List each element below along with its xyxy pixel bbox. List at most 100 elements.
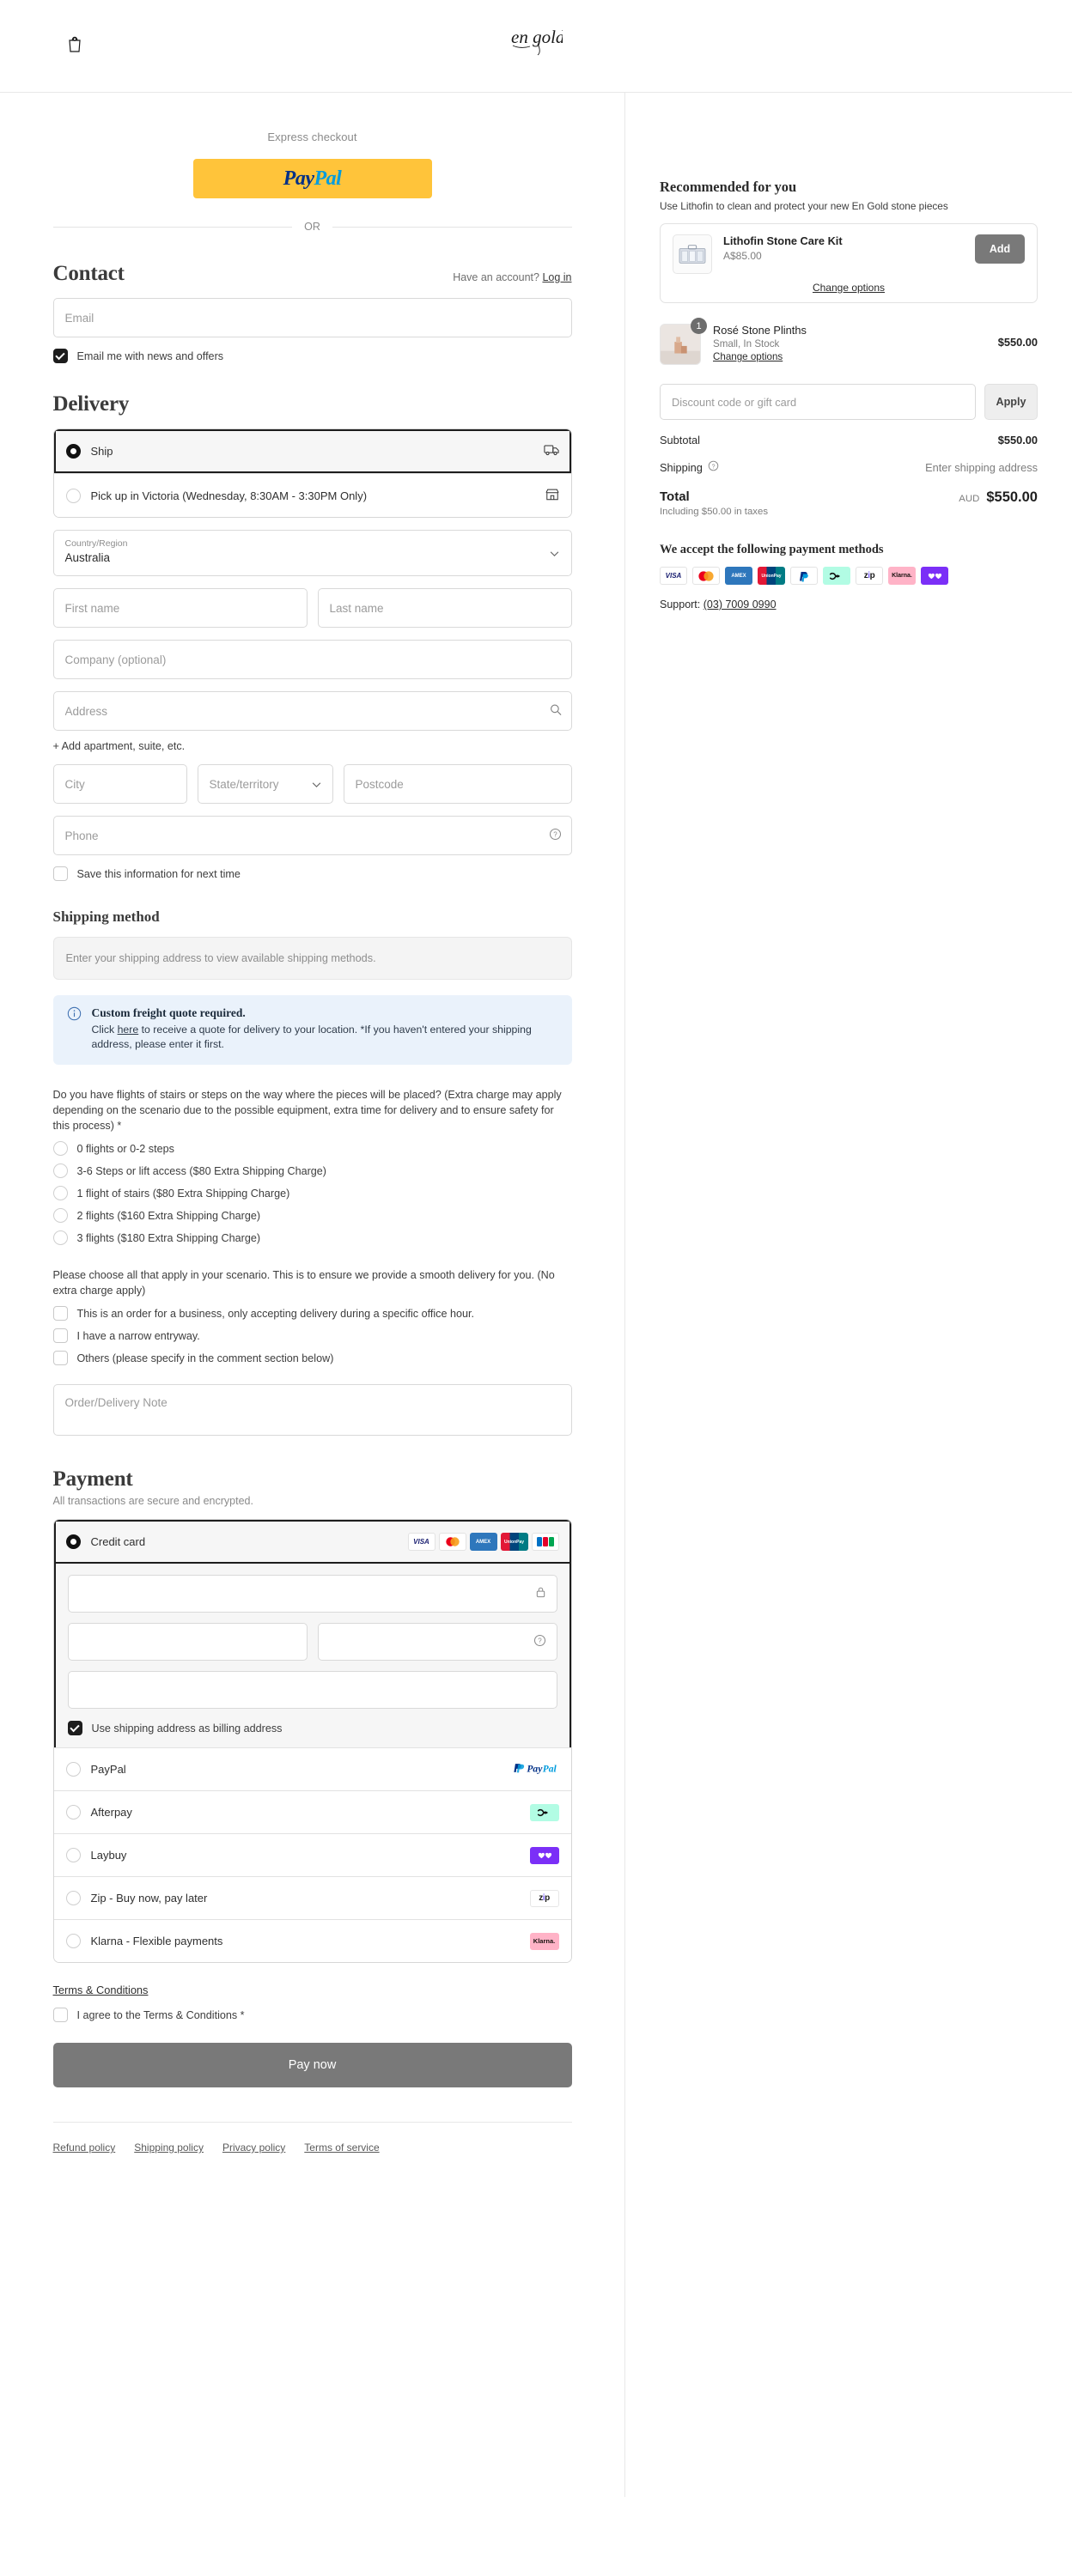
card-brand-logos: VISA AMEX UnionPay xyxy=(407,1533,559,1551)
card-expiry-field[interactable] xyxy=(67,1623,308,1661)
store-icon xyxy=(545,488,559,503)
postcode-input[interactable] xyxy=(343,764,572,804)
scenario-checkbox-1[interactable] xyxy=(52,1328,68,1343)
stairs-radio-1[interactable] xyxy=(52,1163,68,1178)
stairs-option[interactable]: 0 flights or 0-2 steps xyxy=(52,1141,572,1156)
footer-link-privacy-policy[interactable]: Privacy policy xyxy=(222,2142,285,2154)
save-info-label: Save this information for next time xyxy=(76,867,241,880)
add-recommended-product-button[interactable]: Add xyxy=(975,234,1025,264)
billing-address-checkbox[interactable] xyxy=(67,1721,82,1735)
phone-input[interactable] xyxy=(52,816,572,855)
help-circle-icon[interactable]: ? xyxy=(549,828,562,843)
scenario-option[interactable]: I have a narrow entryway. xyxy=(52,1328,572,1343)
site-header: en gold. xyxy=(0,0,1072,93)
stairs-radio-0[interactable] xyxy=(52,1141,68,1156)
scenario-checkbox-2[interactable] xyxy=(52,1351,68,1365)
paypal-label: PayPal xyxy=(90,1763,126,1776)
billing-address-checkbox-row[interactable]: Use shipping address as billing address xyxy=(67,1709,557,1747)
stairs-option[interactable]: 2 flights ($160 Extra Shipping Charge) xyxy=(52,1208,572,1223)
help-circle-icon-cvv[interactable]: ? xyxy=(533,1634,546,1649)
terms-and-conditions-link[interactable]: Terms & Conditions xyxy=(53,1984,149,1996)
footer-link-shipping-policy[interactable]: Shipping policy xyxy=(134,2142,204,2154)
klarna-radio[interactable] xyxy=(65,1934,81,1948)
cart-item-variant: Small, In Stock xyxy=(713,338,780,349)
card-cvv-field[interactable]: ? xyxy=(317,1623,557,1661)
laybuy-icon-summary xyxy=(921,567,948,585)
zip-radio[interactable] xyxy=(65,1891,81,1905)
address-input[interactable] xyxy=(52,691,572,731)
payment-option-paypal[interactable]: PayPal Pay Pal xyxy=(53,1747,571,1790)
payment-option-laybuy[interactable]: Laybuy xyxy=(53,1833,571,1876)
laybuy-radio[interactable] xyxy=(65,1848,81,1862)
support-label: Support: xyxy=(660,598,701,611)
delivery-option-ship[interactable]: Ship xyxy=(53,429,571,473)
stairs-option[interactable]: 1 flight of stairs ($80 Extra Shipping C… xyxy=(52,1186,572,1200)
scenario-option[interactable]: Others (please specify in the comment se… xyxy=(52,1351,572,1365)
card-number-field[interactable] xyxy=(67,1575,557,1613)
stairs-option-label-3: 2 flights ($160 Extra Shipping Charge) xyxy=(76,1209,261,1222)
stairs-option[interactable]: 3-6 Steps or lift access ($80 Extra Ship… xyxy=(52,1163,572,1178)
scenario-question-section: Please choose all that apply in your sce… xyxy=(52,1267,572,1365)
scenario-option[interactable]: This is an order for a business, only ac… xyxy=(52,1306,572,1321)
express-checkout-label: Express checkout xyxy=(267,131,357,143)
cart-item-change-row: Change options xyxy=(713,349,986,362)
discount-code-input[interactable] xyxy=(660,384,976,420)
pay-now-button[interactable]: Pay now xyxy=(52,2043,572,2087)
recommended-section: Recommended for you Use Lithofin to clea… xyxy=(660,179,1038,303)
support-line: Support: (03) 7009 0990 xyxy=(660,598,1038,611)
paypal-express-button[interactable]: PayPal xyxy=(192,159,432,198)
support-phone-link[interactable]: (03) 7009 0990 xyxy=(704,598,777,611)
stairs-radio-4[interactable] xyxy=(52,1230,68,1245)
recommended-product-thumbnail xyxy=(673,234,712,274)
delivery-section: Delivery Ship Pick up in Victoria (Wedne… xyxy=(52,392,572,881)
country-region-label: Country/Region xyxy=(64,538,128,549)
save-info-checkbox[interactable] xyxy=(52,866,68,881)
city-input[interactable] xyxy=(52,764,187,804)
footer-link-refund-policy[interactable]: Refund policy xyxy=(53,2142,116,2154)
agree-terms-checkbox[interactable] xyxy=(52,2008,68,2022)
footer-link-terms-of-service[interactable]: Terms of service xyxy=(304,2142,379,2154)
payment-option-credit-card[interactable]: Credit card VISA AMEX UnionPay xyxy=(53,1520,571,1564)
cart-item-change-options-link[interactable]: Change options xyxy=(713,351,783,362)
stairs-radio-3[interactable] xyxy=(52,1208,68,1223)
pickup-radio[interactable] xyxy=(65,488,81,503)
first-name-input[interactable] xyxy=(52,588,308,628)
afterpay-radio[interactable] xyxy=(65,1805,81,1820)
add-apartment-link[interactable]: + Add apartment, suite, etc. xyxy=(53,740,572,752)
payment-option-afterpay[interactable]: Afterpay xyxy=(53,1790,571,1833)
or-label: OR xyxy=(304,221,320,233)
shopping-bag-icon[interactable] xyxy=(67,34,82,56)
payment-option-zip[interactable]: Zip - Buy now, pay later zip xyxy=(53,1876,571,1919)
stairs-radio-2[interactable] xyxy=(52,1186,68,1200)
newsletter-checkbox-row[interactable]: Email me with news and offers xyxy=(52,349,572,363)
delivery-option-pickup[interactable]: Pick up in Victoria (Wednesday, 8:30AM -… xyxy=(53,473,571,517)
ship-radio[interactable] xyxy=(65,444,81,459)
recommended-change-options-link[interactable]: Change options xyxy=(813,282,885,294)
payment-option-klarna[interactable]: Klarna - Flexible payments Klarna. xyxy=(53,1919,571,1962)
apply-discount-button[interactable]: Apply xyxy=(984,384,1038,420)
email-input[interactable] xyxy=(52,298,572,337)
en-gold-logo[interactable]: en gold. xyxy=(509,21,570,61)
country-region-select[interactable]: Country/Region Australia xyxy=(52,530,572,576)
card-name-field[interactable] xyxy=(67,1671,557,1709)
shipping-help-icon[interactable]: ? xyxy=(708,460,719,474)
stairs-option[interactable]: 3 flights ($180 Extra Shipping Charge) xyxy=(52,1230,572,1245)
paypal-radio[interactable] xyxy=(65,1762,81,1777)
total-row: Total Including $50.00 in taxes AUD $550… xyxy=(660,489,1038,517)
recommended-heading: Recommended for you xyxy=(660,179,797,195)
svg-text:en gold.: en gold. xyxy=(511,27,563,47)
scenario-checkbox-0[interactable] xyxy=(52,1306,68,1321)
last-name-input[interactable] xyxy=(317,588,572,628)
credit-card-radio[interactable] xyxy=(65,1534,81,1549)
state-select-wrap[interactable]: State/territory xyxy=(197,764,333,804)
save-info-checkbox-row[interactable]: Save this information for next time xyxy=(52,866,572,881)
newsletter-checkbox[interactable] xyxy=(52,349,68,363)
recommended-product-name: Lithofin Stone Care Kit xyxy=(723,234,843,247)
order-note-textarea[interactable] xyxy=(52,1384,572,1436)
recommended-product-card: Lithofin Stone Care Kit A$85.00 Add Chan… xyxy=(660,223,1038,303)
log-in-link[interactable]: Log in xyxy=(542,271,571,283)
company-input[interactable] xyxy=(52,640,572,679)
banner-here-link[interactable]: here xyxy=(118,1024,139,1036)
agree-terms-row[interactable]: I agree to the Terms & Conditions * xyxy=(52,2008,572,2022)
search-icon[interactable] xyxy=(550,704,562,719)
